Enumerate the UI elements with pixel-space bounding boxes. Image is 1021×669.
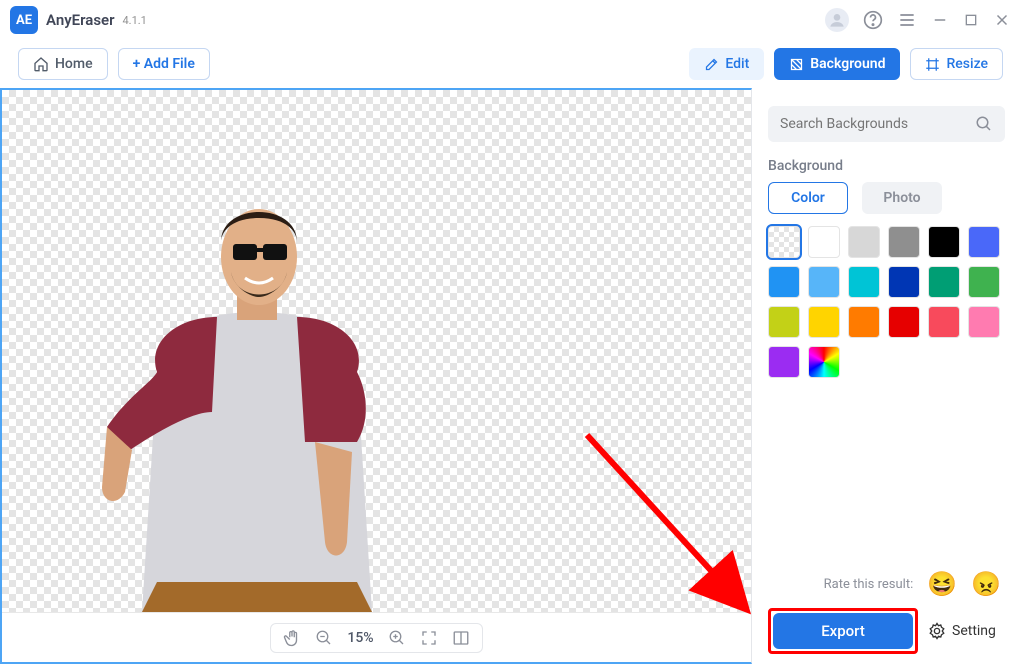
color-swatch[interactable] [968, 266, 1000, 298]
minimize-icon[interactable] [931, 11, 949, 29]
color-swatch[interactable] [928, 226, 960, 258]
search-icon [975, 115, 993, 133]
help-icon[interactable] [863, 10, 883, 30]
app-logo: AE [10, 6, 38, 34]
search-backgrounds[interactable] [768, 106, 1005, 142]
add-file-button[interactable]: + Add File [118, 48, 210, 80]
gear-icon [928, 622, 946, 640]
export-highlight: Export [768, 608, 918, 654]
menu-icon[interactable] [897, 10, 917, 30]
resize-label: Resize [946, 56, 988, 72]
setting-label: Setting [952, 623, 996, 639]
rating-label: Rate this result: [824, 577, 914, 592]
pan-hand-icon[interactable] [283, 629, 301, 647]
color-swatch[interactable] [928, 266, 960, 298]
color-swatch[interactable] [848, 266, 880, 298]
add-file-label: + Add File [133, 56, 195, 72]
background-section-label: Background [768, 158, 1005, 174]
bg-tabs: Color Photo [768, 182, 1005, 214]
app-version: 4.1.1 [123, 14, 147, 27]
canvas-toolbar: 15% [2, 612, 751, 662]
color-swatch[interactable] [928, 306, 960, 338]
color-swatch[interactable] [768, 226, 800, 258]
rate-bad-emoji[interactable]: 😠 [971, 572, 1001, 596]
setting-button[interactable]: Setting [928, 622, 996, 640]
maximize-icon[interactable] [963, 12, 979, 28]
subject-image [97, 182, 417, 612]
top-toolbar: Home + Add File Edit Background Resize [0, 40, 1021, 88]
color-swatches [768, 226, 1005, 378]
zoom-in-icon[interactable] [388, 629, 406, 647]
color-swatch[interactable] [768, 346, 800, 378]
color-swatch[interactable] [808, 306, 840, 338]
background-button[interactable]: Background [774, 48, 900, 80]
color-swatch[interactable] [768, 306, 800, 338]
zoom-out-icon[interactable] [315, 629, 333, 647]
compare-split-icon[interactable] [452, 629, 470, 647]
fullscreen-icon[interactable] [420, 629, 438, 647]
canvas[interactable] [2, 90, 751, 612]
tab-photo[interactable]: Photo [862, 182, 942, 214]
title-bar: AE AnyEraser 4.1.1 [0, 0, 1021, 40]
color-swatch[interactable] [808, 346, 840, 378]
color-swatch[interactable] [808, 266, 840, 298]
color-swatch[interactable] [968, 306, 1000, 338]
edit-button[interactable]: Edit [689, 48, 764, 80]
edit-label: Edit [725, 56, 749, 72]
color-swatch[interactable] [888, 226, 920, 258]
zoom-level: 15% [347, 630, 373, 646]
color-swatch[interactable] [848, 306, 880, 338]
close-icon[interactable] [993, 11, 1011, 29]
color-swatch[interactable] [888, 306, 920, 338]
account-icon[interactable] [825, 8, 849, 32]
home-label: Home [55, 56, 93, 72]
color-swatch[interactable] [848, 226, 880, 258]
tab-color[interactable]: Color [768, 182, 848, 214]
background-label: Background [810, 56, 885, 72]
resize-button[interactable]: Resize [910, 48, 1003, 80]
rating-row: Rate this result: 😆 😠 [768, 572, 1005, 596]
search-input[interactable] [780, 116, 975, 132]
rate-good-emoji[interactable]: 😆 [927, 572, 957, 596]
app-name: AnyEraser [46, 11, 115, 29]
color-swatch[interactable] [768, 266, 800, 298]
canvas-area: 15% [0, 88, 752, 664]
export-button[interactable]: Export [773, 613, 913, 649]
color-swatch[interactable] [968, 226, 1000, 258]
color-swatch[interactable] [808, 226, 840, 258]
color-swatch[interactable] [888, 266, 920, 298]
side-panel: Background Color Photo Rate this result:… [752, 88, 1021, 664]
home-button[interactable]: Home [18, 48, 108, 80]
